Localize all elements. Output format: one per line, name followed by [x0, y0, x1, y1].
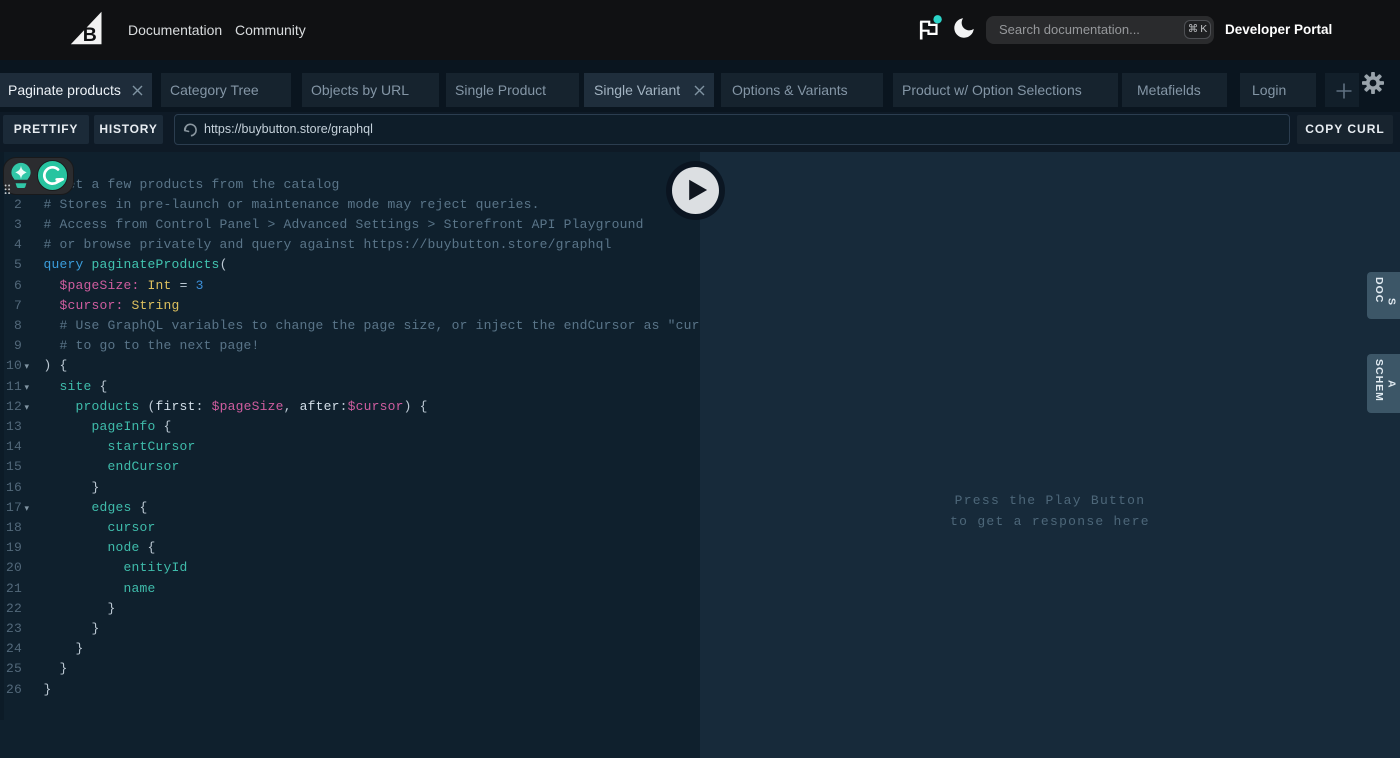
svg-text:B: B: [83, 24, 97, 46]
